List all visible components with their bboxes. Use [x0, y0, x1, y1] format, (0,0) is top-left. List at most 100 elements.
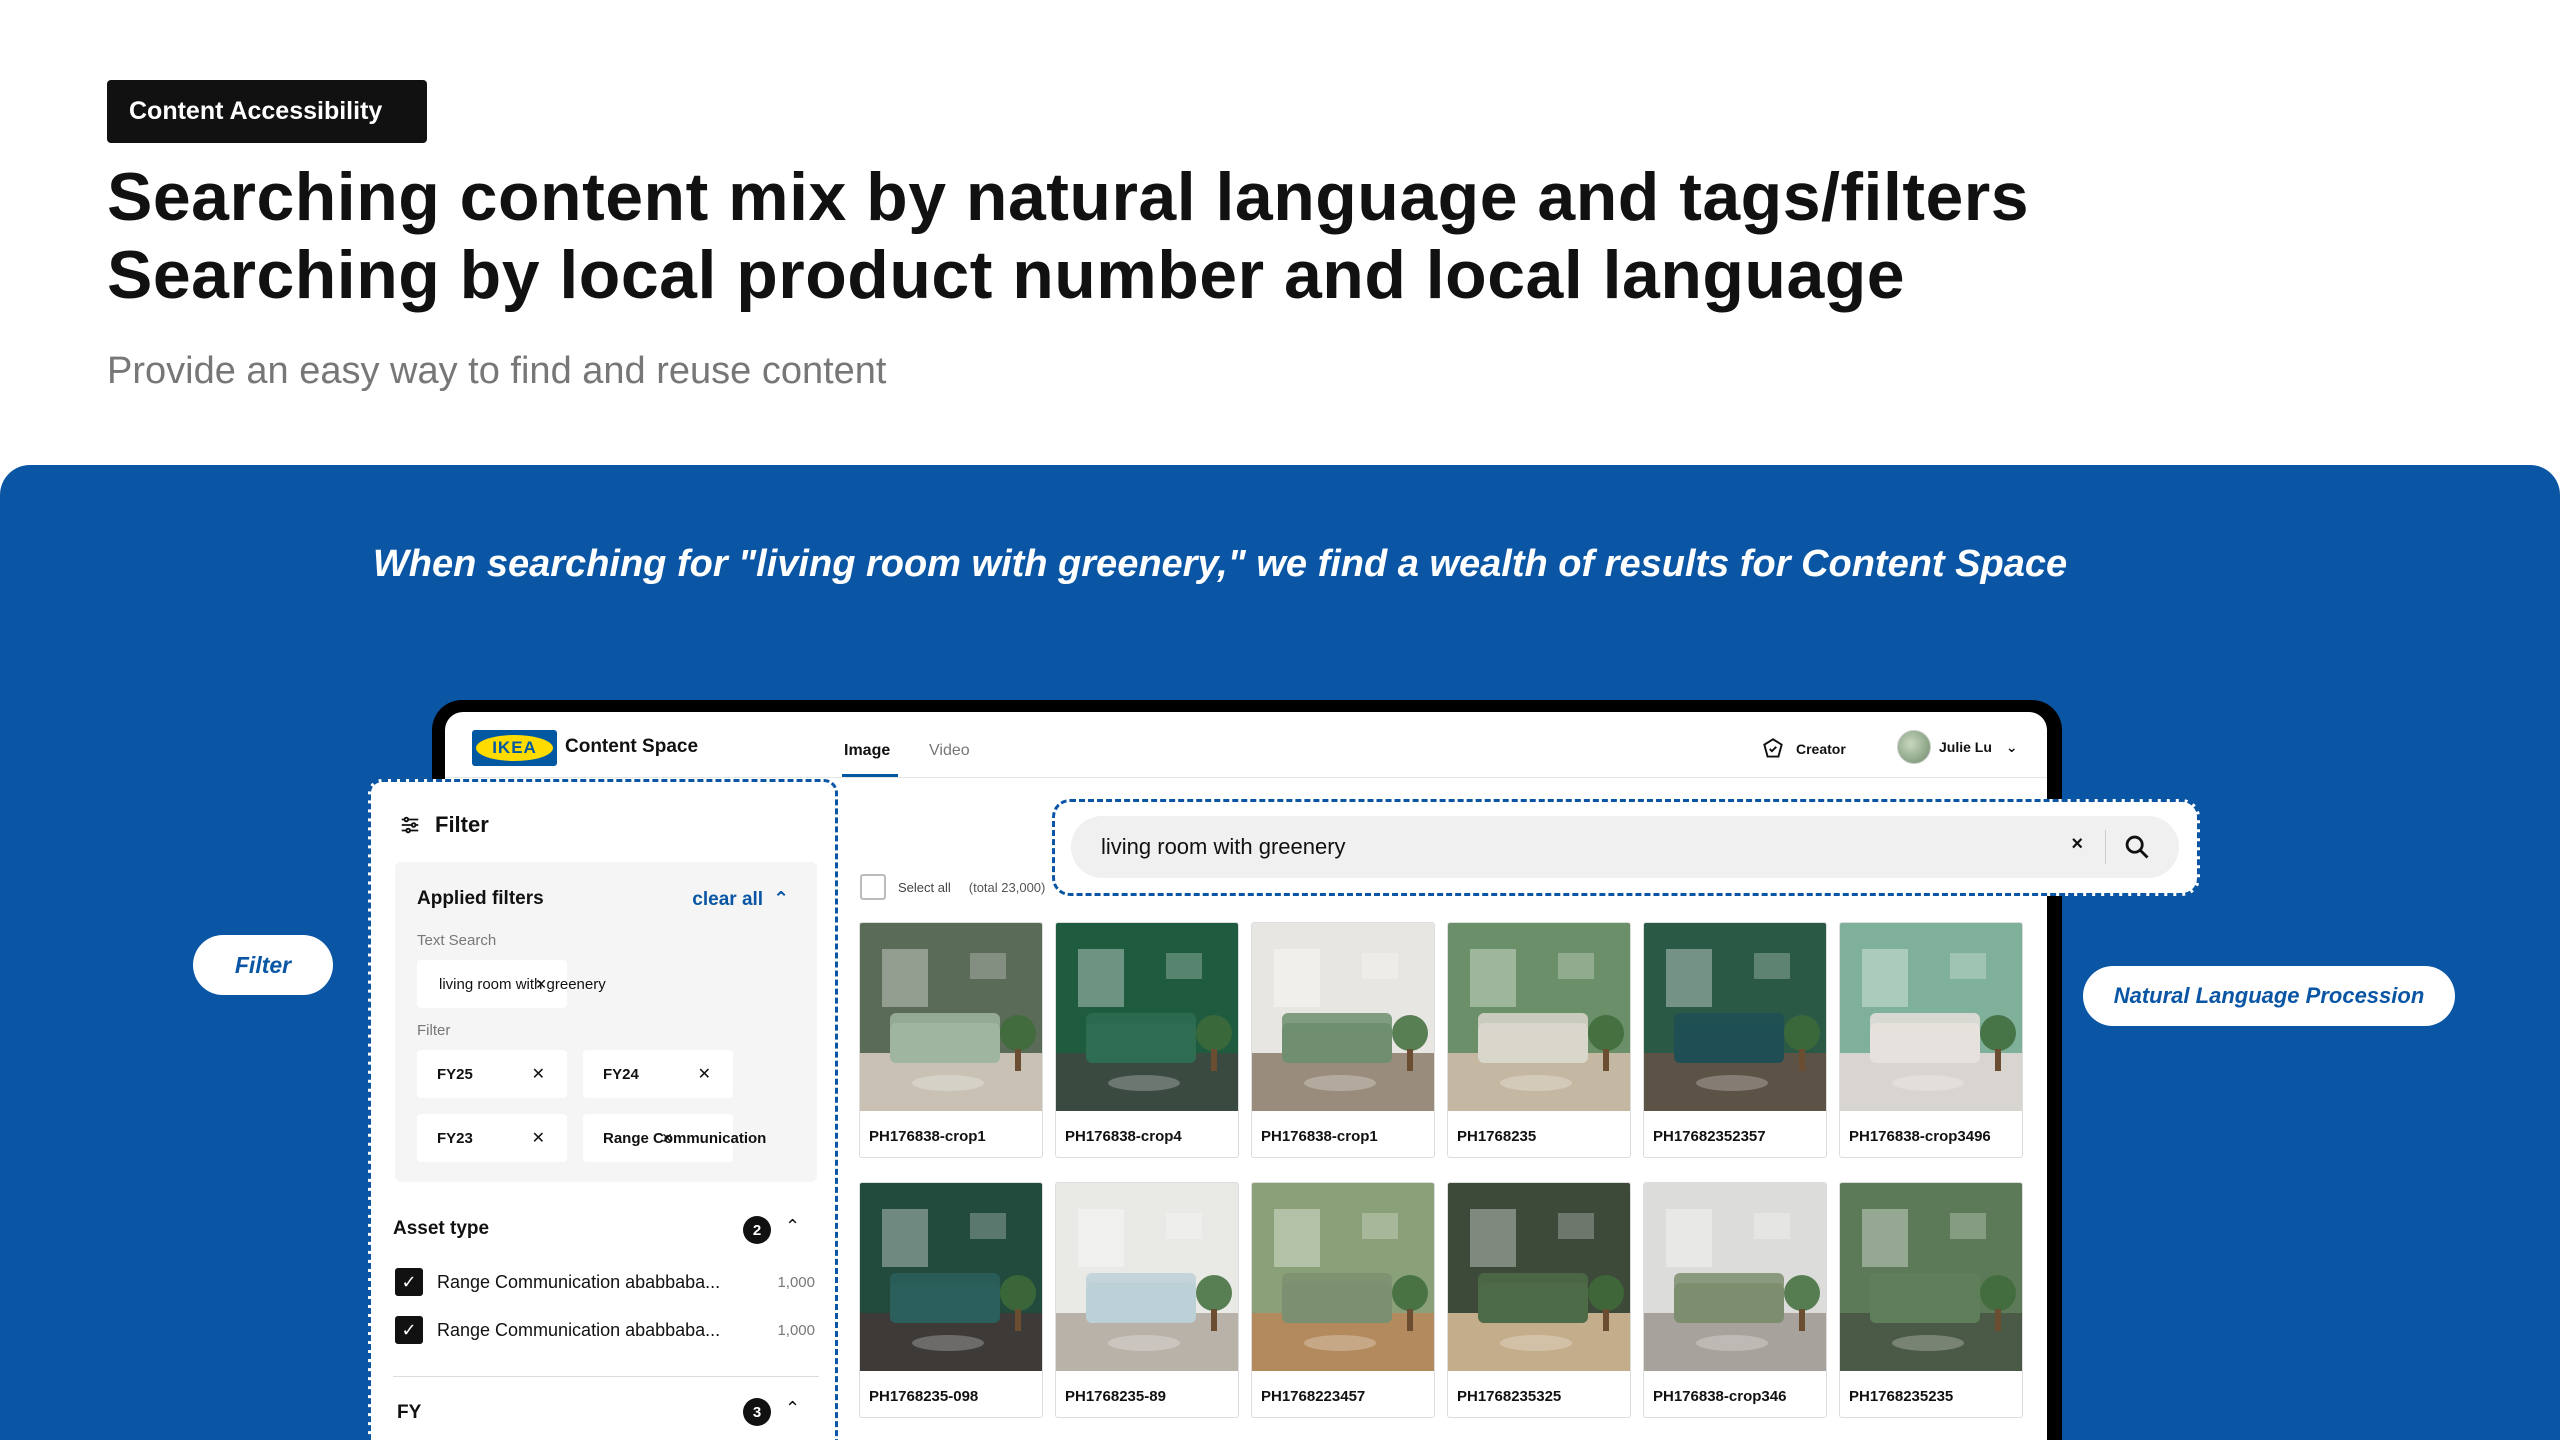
header-divider: [445, 777, 2047, 778]
asset-type-title[interactable]: Asset type: [393, 1218, 489, 1240]
ikea-logo[interactable]: IKEA: [472, 730, 557, 766]
chevron-up-icon[interactable]: ⌃: [785, 1216, 800, 1237]
slide: Content Accessibility Searching content …: [0, 0, 2560, 1440]
result-card[interactable]: PH1768235-89: [1055, 1182, 1239, 1418]
creator-button[interactable]: Creator: [1760, 736, 1846, 762]
applied-filters-box: Applied filters clear all ⌃ Text Search …: [395, 862, 817, 1182]
result-thumbnail: [1252, 923, 1434, 1111]
result-thumbnail: [1644, 923, 1826, 1111]
select-all-label: Select all: [898, 879, 951, 895]
text-search-chip[interactable]: living room with greenery ✕: [417, 960, 606, 1008]
chevron-up-icon: ⌃: [773, 889, 789, 910]
app-name: Content Space: [565, 736, 699, 757]
select-all-checkbox[interactable]: [860, 874, 886, 900]
remove-fy25-icon[interactable]: ✕: [532, 1064, 545, 1084]
asset-type-count: 2: [743, 1216, 771, 1244]
result-label: PH1768223457: [1261, 1388, 1366, 1405]
fy-title[interactable]: FY: [397, 1402, 421, 1424]
search-highlight: living room with greenery ×: [1052, 799, 2200, 896]
result-label: PH1768235-098: [869, 1388, 979, 1405]
clear-search-icon[interactable]: ×: [2071, 833, 2083, 856]
fy-count: 3: [743, 1398, 771, 1426]
avatar: [1897, 730, 1931, 764]
nlp-callout: Natural Language Procession: [2083, 966, 2455, 1026]
result-thumbnail: [1448, 923, 1630, 1111]
result-card[interactable]: PH1768223457: [1251, 1182, 1435, 1418]
result-label: PH1768235235: [1849, 1388, 1954, 1405]
asset-option-2-label: Range Communication ababbaba...: [437, 1319, 721, 1340]
result-thumbnail: [860, 923, 1042, 1111]
result-thumbnail: [1840, 1183, 2022, 1371]
chevron-up-icon[interactable]: ⌃: [785, 1398, 800, 1419]
chip-fy23[interactable]: FY23 ✕: [417, 1114, 567, 1162]
checkbox-checked-icon[interactable]: ✓: [395, 1268, 423, 1296]
text-search-value: living room with greenery: [439, 975, 606, 993]
applied-filters-title: Applied filters: [417, 888, 544, 909]
banner-tagline: When searching for "living room with gre…: [372, 543, 2068, 585]
chip-fy25[interactable]: FY25 ✕: [417, 1050, 567, 1098]
result-thumbnail: [860, 1183, 1042, 1371]
chip-range-communication[interactable]: Range Communication ✕: [583, 1114, 766, 1162]
logo-text: IKEA: [476, 735, 553, 761]
result-thumbnail: [1644, 1183, 1826, 1371]
chip-fy24-label: FY24: [603, 1065, 639, 1083]
chip-fy24[interactable]: FY24 ✕: [583, 1050, 733, 1098]
checkbox-checked-icon[interactable]: ✓: [395, 1316, 423, 1344]
search-input[interactable]: living room with greenery ×: [1071, 816, 2179, 878]
user-name: Julie Lu: [1939, 739, 1992, 755]
page-title: Searching content mix by natural languag…: [107, 158, 2029, 314]
result-label: PH176838-crop1: [869, 1128, 986, 1145]
creator-icon: [1763, 738, 1783, 758]
result-label: PH176838-crop1: [1261, 1128, 1378, 1145]
section-badge: Content Accessibility: [107, 80, 427, 143]
result-card[interactable]: PH176838-crop3496: [1839, 922, 2023, 1158]
chevron-down-icon: ⌄: [2005, 738, 2018, 755]
result-card[interactable]: PH17682352357: [1643, 922, 1827, 1158]
result-label: PH176838-crop3496: [1849, 1128, 1991, 1145]
filter-panel: Filter Applied filters clear all ⌃ Text …: [368, 779, 838, 1440]
chip-fy23-label: FY23: [437, 1129, 473, 1147]
search-value: living room with greenery: [1101, 834, 1346, 859]
filter-title-text: Filter: [435, 812, 489, 837]
tab-image[interactable]: Image: [844, 742, 890, 760]
result-card[interactable]: PH176838-crop1: [859, 922, 1043, 1158]
asset-option-2[interactable]: ✓ Range Communication ababbaba... 1,000: [395, 1316, 815, 1344]
remove-fy23-icon[interactable]: ✕: [532, 1128, 545, 1148]
clear-all-button[interactable]: clear all ⌃: [692, 888, 789, 911]
result-label: PH1768235325: [1457, 1388, 1562, 1405]
result-thumbnail: [1448, 1183, 1630, 1371]
creator-label: Creator: [1796, 741, 1846, 757]
user-menu[interactable]: Julie Lu ⌄: [1897, 730, 2018, 764]
result-thumbnail: [1840, 923, 2022, 1111]
text-search-label: Text Search: [417, 932, 497, 949]
result-card[interactable]: PH1768235235: [1839, 1182, 2023, 1418]
asset-option-2-count: 1,000: [777, 1321, 815, 1339]
chip-fy25-label: FY25: [437, 1065, 473, 1083]
result-label: PH176838-crop4: [1065, 1128, 1182, 1145]
filter-label: Filter: [417, 1022, 451, 1039]
remove-fy24-icon[interactable]: ✕: [698, 1064, 711, 1084]
result-thumbnail: [1252, 1183, 1434, 1371]
result-card[interactable]: PH176838-crop346: [1643, 1182, 1827, 1418]
asset-option-1[interactable]: ✓ Range Communication ababbaba... 1,000: [395, 1268, 815, 1296]
select-all-row[interactable]: Select all (total 23,000): [860, 874, 1045, 900]
asset-option-1-label: Range Communication ababbaba...: [437, 1271, 721, 1292]
search-icon[interactable]: [2123, 833, 2151, 861]
result-label: PH176838-crop346: [1653, 1388, 1787, 1405]
section-divider: [393, 1376, 819, 1377]
results-total: (total 23,000): [968, 879, 1046, 895]
result-card[interactable]: PH176838-crop4: [1055, 922, 1239, 1158]
title-line-2: Searching by local product number and lo…: [107, 237, 1906, 313]
remove-range-icon[interactable]: ✕: [661, 1130, 673, 1147]
result-card[interactable]: PH176838-crop1: [1251, 922, 1435, 1158]
result-card[interactable]: PH1768235325: [1447, 1182, 1631, 1418]
title-line-1: Searching content mix by natural languag…: [107, 159, 2030, 235]
result-label: PH1768235: [1457, 1128, 1537, 1145]
filter-title: Filter: [399, 812, 489, 838]
result-card[interactable]: PH1768235: [1447, 922, 1631, 1158]
result-card[interactable]: PH1768235-098: [859, 1182, 1043, 1418]
result-label: PH17682352357: [1653, 1128, 1766, 1145]
result-thumbnail: [1056, 923, 1238, 1111]
tab-video[interactable]: Video: [929, 742, 970, 760]
remove-text-search-icon[interactable]: ✕: [535, 976, 547, 993]
